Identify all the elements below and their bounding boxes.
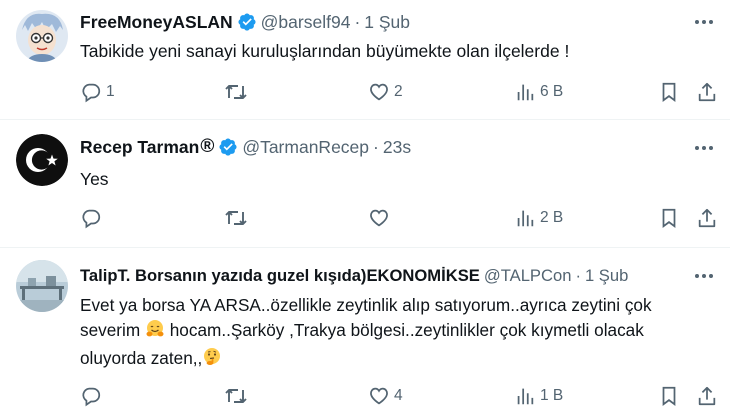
tweet-text-line: oluyorda zaten,, (80, 346, 652, 374)
reply-icon (80, 385, 102, 407)
action-bar: 4 1 B (0, 382, 730, 410)
views-button[interactable]: 1 B (514, 382, 563, 410)
reply-button[interactable]: 1 (80, 78, 115, 106)
tweet-header: TalipT. Borsanın yazıda guzel kışıda)EKO… (80, 263, 628, 289)
more-options-icon[interactable] (692, 10, 716, 34)
tweet-header: Recep Tarman ® @TarmanRecep · 23s (80, 134, 411, 160)
retweet-icon (224, 207, 248, 229)
tweet-text: Yes (80, 169, 109, 189)
reply-button[interactable] (80, 382, 106, 410)
tweet-header: FreeMoneyASLAN @barself94 · 1 Şub (80, 9, 410, 35)
tweet[interactable]: TalipT. Borsanın yazıda guzel kışıda)EKO… (0, 248, 730, 420)
retweet-icon (224, 385, 248, 407)
thinking-face-emoji (202, 347, 222, 374)
retweet-button[interactable] (224, 78, 252, 106)
text-fragment: oluyorda zaten,, (80, 348, 203, 368)
separator: · (575, 266, 581, 285)
handle[interactable]: @TALPCon (484, 266, 572, 286)
views-count: 2 B (540, 209, 564, 226)
share-icon (696, 207, 718, 229)
bookmark-button[interactable] (658, 204, 680, 232)
reply-button[interactable] (80, 204, 106, 232)
reply-count: 1 (106, 83, 115, 100)
like-button[interactable]: 2 (368, 78, 403, 106)
share-icon (696, 81, 718, 103)
display-name[interactable]: Recep Tarman (80, 137, 199, 158)
text-fragment: severim (80, 320, 145, 340)
reply-icon (80, 207, 102, 229)
bookmark-icon (658, 385, 680, 407)
avatar[interactable] (16, 260, 68, 312)
verified-badge-icon (237, 12, 257, 32)
tweet[interactable]: Recep Tarman ® @TarmanRecep · 23s Yes 2 … (0, 120, 730, 248)
bookmark-icon (658, 207, 680, 229)
heart-icon (368, 207, 390, 229)
avatar[interactable] (16, 134, 68, 186)
handle[interactable]: @TarmanRecep (242, 137, 369, 158)
bookmark-button[interactable] (658, 382, 680, 410)
timestamp[interactable]: 23s (383, 137, 411, 158)
like-button[interactable]: 4 (368, 382, 403, 410)
views-chart-icon (514, 207, 536, 229)
tweet-text: Tabikide yeni sanayi kuruluşlarından büy… (80, 41, 570, 61)
like-button[interactable] (368, 204, 394, 232)
retweet-button[interactable] (224, 204, 252, 232)
share-button[interactable] (696, 78, 718, 106)
avatar[interactable] (16, 10, 68, 62)
timestamp[interactable]: 1 Şub (364, 12, 410, 33)
like-count: 4 (394, 387, 403, 404)
bookmark-button[interactable] (658, 78, 680, 106)
display-name[interactable]: FreeMoneyASLAN (80, 12, 233, 33)
handle[interactable]: @barself94 (261, 12, 351, 33)
more-options-icon[interactable] (692, 264, 716, 288)
views-chart-icon (514, 385, 536, 407)
verified-badge-icon (218, 137, 238, 157)
heart-icon (368, 385, 390, 407)
separator: · (354, 11, 361, 32)
bookmark-icon (658, 81, 680, 103)
timestamp[interactable]: 1 Şub (585, 266, 628, 286)
tweet-text-line: Evet ya borsa YA ARSA..özellikle zeytinl… (80, 295, 652, 315)
views-chart-icon (514, 81, 536, 103)
display-name[interactable]: TalipT. Borsanın yazıda guzel kışıda)EKO… (80, 266, 480, 286)
retweet-icon (224, 81, 248, 103)
like-count: 2 (394, 83, 403, 100)
text-fragment: hocam..Şarköy ,Trakya bölgesi..zeytinlik… (164, 320, 644, 340)
heart-icon (368, 81, 390, 103)
share-button[interactable] (696, 382, 718, 410)
retweet-button[interactable] (224, 382, 252, 410)
views-button[interactable]: 6 B (514, 78, 563, 106)
views-count: 1 B (540, 387, 564, 404)
action-bar: 2 B (0, 204, 730, 232)
share-icon (696, 385, 718, 407)
separator: · (373, 136, 379, 157)
registered-symbol: ® (200, 136, 215, 157)
action-bar: 1 2 6 B (0, 78, 730, 106)
more-options-icon[interactable] (692, 136, 716, 160)
share-button[interactable] (696, 204, 718, 232)
tweet[interactable]: FreeMoneyASLAN @barself94 · 1 Şub Tabiki… (0, 0, 730, 120)
hugging-face-emoji (145, 319, 165, 346)
views-count: 6 B (540, 83, 564, 100)
reply-icon (80, 81, 102, 103)
tweet-text-line: severim hocam..Şarköy ,Trakya bölgesi..z… (80, 318, 652, 346)
views-button[interactable]: 2 B (514, 204, 563, 232)
tweet-text: Evet ya borsa YA ARSA..özellikle zeytinl… (80, 293, 652, 374)
